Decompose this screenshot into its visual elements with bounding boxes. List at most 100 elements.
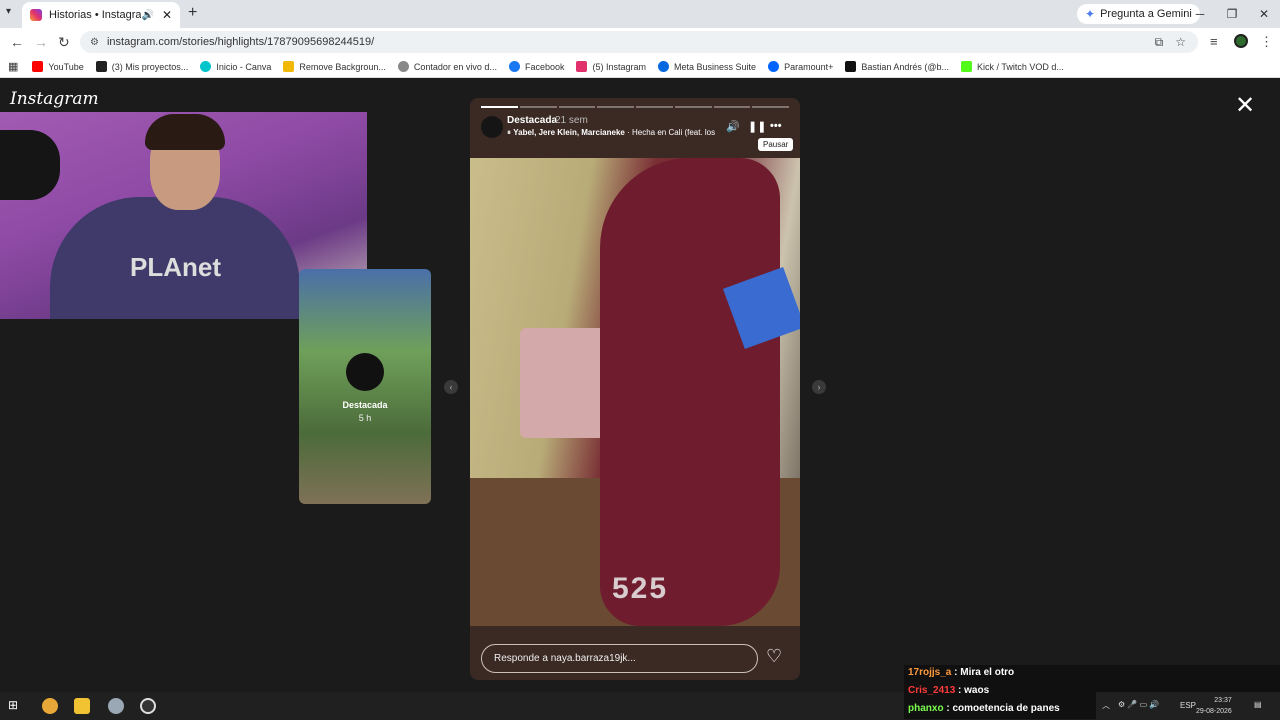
tiktok-icon (845, 61, 857, 72)
forward-button[interactable]: → (34, 34, 48, 50)
hoodie-logo: PLAnet (130, 252, 221, 282)
chat-text: : comoetencia de panes (943, 703, 1060, 714)
bookmark-tiktok[interactable]: Bastian Andrés (@b... (845, 61, 949, 72)
story-music[interactable]: ⏸ Yabel, Jere Klein, Marcianeke · Hecha … (507, 128, 717, 138)
new-tab-button[interactable]: + (188, 4, 197, 22)
bookmark-label: Kick / Twitch VOD d... (977, 61, 1064, 72)
webcam-hair (145, 114, 225, 150)
bookmark-label: Contador en vivo d... (413, 61, 497, 72)
bookmarks-bar: ▦ YouTube (3) Mis proyectos... Inicio - … (0, 56, 1280, 78)
browser-tab-strip: ▾ Historias • Instagram 🔊 ✕ + ✦ Pregunta… (0, 0, 1280, 28)
bookmark-facebook[interactable]: Facebook (508, 61, 565, 72)
reload-button[interactable]: ↻ (58, 34, 70, 51)
apps-grid-icon[interactable]: ▦ (8, 60, 18, 73)
instagram-logo[interactable]: Instagram (10, 89, 99, 109)
number-sticker: 525 (612, 572, 669, 605)
pause-tooltip: Pausar (758, 138, 794, 151)
minimize-button[interactable]: ─ (1184, 0, 1216, 28)
pause-icon[interactable]: ❚❚ (748, 120, 766, 133)
reply-input[interactable]: Responde a naya.barraza19jk... (481, 644, 758, 673)
bookmark-star-icon[interactable]: ☆ (1175, 35, 1186, 49)
windows-taskbar: ⊞ (0, 692, 904, 720)
bookmark-contador[interactable]: Contador en vivo d... (397, 61, 497, 72)
notifications-icon[interactable]: ▤ (1254, 700, 1262, 709)
language-indicator[interactable]: ESP (1180, 701, 1196, 710)
bookmark-meta[interactable]: Meta Business Suite (658, 61, 756, 72)
story-username[interactable]: Destacada (507, 115, 557, 126)
gemini-sparkle-icon: ✦ (1085, 7, 1096, 21)
bookmark-label: YouTube (48, 61, 84, 72)
canva-icon (200, 61, 212, 72)
volume-icon[interactable]: 🔊 (726, 120, 740, 133)
bookmark-kick[interactable]: Kick / Twitch VOD d... (961, 61, 1064, 72)
back-button[interactable]: ← (10, 34, 24, 50)
bookmark-label: (5) Instagram (592, 61, 647, 72)
capcut-icon (95, 61, 107, 72)
contador-icon (397, 61, 409, 72)
more-options-icon[interactable]: ••• (770, 120, 782, 132)
heart-icon[interactable]: ♡ (766, 646, 782, 667)
chat-username: Cris_2413 (908, 685, 956, 696)
progress-segment (713, 106, 751, 108)
screen: ▾ Historias • Instagram 🔊 ✕ + ✦ Pregunta… (0, 0, 1280, 720)
audio-playing-icon[interactable]: 🔊 (141, 10, 153, 21)
clock-time: 23:37 (1214, 697, 1232, 704)
story-progress (481, 106, 789, 108)
previous-highlight-card[interactable]: Destacada 5 h (299, 269, 431, 504)
bookmark-label: Meta Business Suite (674, 61, 757, 72)
media-controls-icon[interactable]: ≡ (1210, 34, 1218, 49)
windows-start-icon[interactable]: ⊞ (8, 698, 24, 714)
bookmark-label: Paramount+ (784, 61, 834, 72)
chat-text: : Mira el otro (951, 667, 1015, 678)
bookmark-canva[interactable]: Inicio - Canva (200, 61, 271, 72)
chevron-right-icon[interactable]: › (812, 380, 826, 394)
story-time: 21 sem (555, 115, 588, 126)
close-window-button[interactable]: ✕ (1248, 0, 1280, 28)
file-explorer-icon[interactable] (74, 698, 90, 714)
chat-username: phanxo (908, 703, 944, 714)
close-icon[interactable]: ✕ (1235, 91, 1255, 120)
progress-segment (636, 106, 673, 108)
profile-avatar[interactable] (1234, 34, 1248, 48)
restore-button[interactable]: ❐ (1216, 0, 1248, 28)
remove-bg-icon (283, 61, 295, 72)
tab-search-icon[interactable]: ▾ (6, 6, 11, 17)
address-bar[interactable]: ⚙ instagram.com/stories/highlights/17879… (80, 31, 1198, 53)
bookmark-label: Bastian Andrés (@b... (861, 61, 950, 72)
paramount-icon (768, 61, 780, 72)
bookmark-youtube[interactable]: YouTube (32, 61, 84, 72)
chrome-icon[interactable] (42, 698, 58, 714)
bookmark-paramount[interactable]: Paramount+ (768, 61, 833, 72)
facebook-icon (508, 61, 520, 72)
bookmark-instagram[interactable]: (5) Instagram (576, 61, 646, 72)
story-avatar[interactable] (481, 116, 503, 138)
system-tray: ︿ ⚙ 🎤 ▭ 🔊 ESP 23:37 29-08-2026 ▤ (1096, 692, 1280, 720)
bookmark-label: Inicio - Canva (216, 61, 272, 72)
bookmark-remove-bg[interactable]: Remove Backgroun... (283, 61, 386, 72)
kick-icon (961, 61, 973, 72)
chevron-left-icon[interactable]: ‹ (444, 380, 458, 394)
progress-segment (558, 106, 596, 108)
chrome-menu-icon[interactable]: ⋮ (1260, 34, 1273, 50)
browser-toolbar: ← → ↻ ⚙ instagram.com/stories/highlights… (0, 28, 1280, 56)
tray-icons[interactable]: ⚙ 🎤 ▭ 🔊 (1118, 700, 1159, 709)
obs-icon[interactable] (140, 698, 156, 714)
browser-tab[interactable]: Historias • Instagram 🔊 ✕ (22, 2, 180, 28)
highlight-avatar (346, 353, 384, 391)
app-icon[interactable] (108, 698, 124, 714)
instagram-story-viewer: Instagram ✕ PLAnet Destacada 5 h ‹ › Des… (0, 80, 1280, 692)
progress-segment (597, 106, 634, 108)
bookmark-mis-proyectos[interactable]: (3) Mis proyectos... (95, 61, 189, 72)
tray-expand-icon[interactable]: ︿ (1102, 700, 1110, 711)
chat-text: : waos (955, 685, 990, 696)
instagram-favicon-icon (30, 9, 42, 21)
close-tab-icon[interactable]: ✕ (162, 8, 172, 22)
clock[interactable]: 23:37 29-08-2026 (1196, 695, 1232, 717)
site-info-icon[interactable]: ⚙ (90, 37, 99, 48)
instagram-icon (576, 61, 588, 72)
bookmark-label: (3) Mis proyectos... (111, 61, 189, 72)
progress-segment (481, 106, 518, 108)
gemini-button[interactable]: ✦ Pregunta a Gemini (1077, 4, 1200, 24)
bookmark-label: Facebook (524, 61, 565, 72)
install-app-icon[interactable]: ⧉ (1155, 35, 1164, 50)
